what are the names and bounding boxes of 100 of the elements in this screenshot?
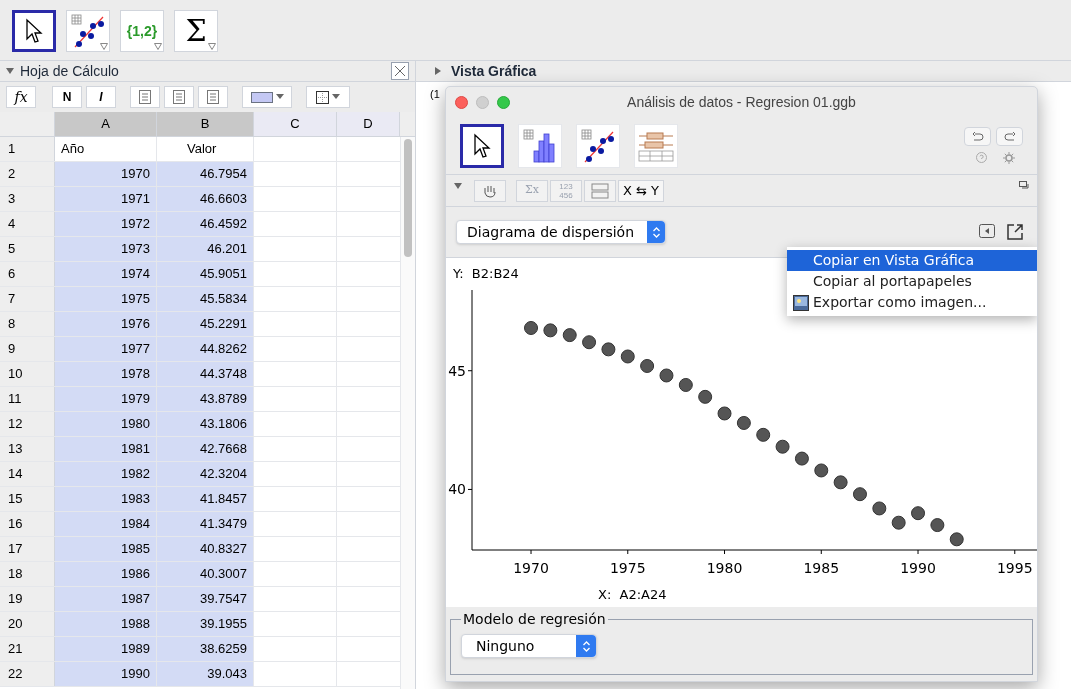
table-cell: 1983 xyxy=(55,487,157,511)
row-header[interactable]: 11 xyxy=(0,387,55,411)
menu-item[interactable]: Copiar al portapapeles xyxy=(787,271,1037,292)
border-button[interactable] xyxy=(306,86,350,108)
tool-button[interactable]: Σ xyxy=(174,10,218,52)
align-button[interactable] xyxy=(130,86,160,108)
row-header[interactable]: 22 xyxy=(0,662,55,686)
collapse-triangle-icon[interactable] xyxy=(6,67,14,75)
scatter-line-icon xyxy=(71,14,105,48)
row-header[interactable]: 14 xyxy=(0,462,55,486)
swap-xy-button[interactable]: X ⇆ Y xyxy=(618,179,664,202)
x-tick-label: 1980 xyxy=(706,560,743,576)
tool-label: Σ xyxy=(185,16,207,46)
row-header[interactable]: 8 xyxy=(0,312,55,336)
expand-triangle-icon[interactable] xyxy=(434,67,442,75)
x-tick-label: 1985 xyxy=(803,560,840,576)
row-header[interactable]: 2 xyxy=(0,162,55,186)
table-cell: 45.9051 xyxy=(157,262,254,286)
table-cell: 1979 xyxy=(55,387,157,411)
close-window-button[interactable] xyxy=(455,95,468,109)
x-source-label: X: A2:A24 xyxy=(598,586,667,604)
collapse-triangle-icon[interactable] xyxy=(454,181,462,190)
table-cell: 1980 xyxy=(55,412,157,436)
table-cell: 45.2291 xyxy=(157,312,254,336)
x-tick-label: 1975 xyxy=(609,560,646,576)
row-header[interactable]: 18 xyxy=(0,562,55,586)
table-cell: 46.4592 xyxy=(157,212,254,236)
regression-model-dropdown[interactable]: Ninguno xyxy=(461,634,597,658)
column-header[interactable]: C xyxy=(254,112,337,136)
tool-button[interactable]: {1,2} xyxy=(120,10,164,52)
scrollbar-thumb[interactable] xyxy=(404,139,412,257)
table-cell: 44.3748 xyxy=(157,362,254,386)
bold-button[interactable]: N xyxy=(52,86,82,108)
column-header[interactable]: D xyxy=(337,112,400,136)
data-point xyxy=(562,328,577,343)
data-point xyxy=(543,323,558,338)
dropdown-arrow-icon xyxy=(275,94,284,100)
table-cell: 1971 xyxy=(55,187,157,211)
table-cell: 1972 xyxy=(55,212,157,236)
data-point xyxy=(524,321,538,335)
data-point xyxy=(891,515,906,530)
row-header[interactable]: 19 xyxy=(0,587,55,611)
redo-button[interactable] xyxy=(996,127,1023,146)
align-button[interactable] xyxy=(198,86,228,108)
data-point xyxy=(814,463,829,478)
fill-color-button[interactable] xyxy=(242,86,292,108)
zoom-window-button[interactable] xyxy=(497,95,510,109)
row-header[interactable]: 4 xyxy=(0,212,55,236)
table-cell: 1987 xyxy=(55,587,157,611)
row-header[interactable]: 16 xyxy=(0,512,55,536)
table-cell: 1974 xyxy=(55,262,157,286)
column-header[interactable]: B xyxy=(157,112,254,136)
hand-icon xyxy=(482,183,498,198)
plot-type-dropdown[interactable]: Diagrama de dispersión xyxy=(456,220,666,244)
row-header[interactable]: 10 xyxy=(0,362,55,386)
table-cell: 1977 xyxy=(55,337,157,361)
undo-button[interactable] xyxy=(964,127,991,146)
row-header[interactable]: 20 xyxy=(0,612,55,636)
row-header[interactable]: 15 xyxy=(0,487,55,511)
move-button[interactable] xyxy=(474,179,506,202)
row-header[interactable]: 3 xyxy=(0,187,55,211)
row-header[interactable]: 12 xyxy=(0,412,55,436)
row-header[interactable]: 17 xyxy=(0,537,55,561)
row-header[interactable]: 6 xyxy=(0,262,55,286)
data-point xyxy=(736,415,751,430)
row-header[interactable]: 7 xyxy=(0,287,55,311)
align-icon xyxy=(207,90,219,104)
panel-toggle-icon[interactable] xyxy=(979,224,995,238)
table-cell: 46.7954 xyxy=(157,162,254,186)
scrollbar-track[interactable] xyxy=(400,137,415,689)
row-header[interactable]: 9 xyxy=(0,337,55,361)
menu-item[interactable]: Exportar como imagen... xyxy=(787,292,1037,313)
align-button[interactable] xyxy=(164,86,194,108)
tool-label: {1,2} xyxy=(126,21,158,41)
settings-icon[interactable] xyxy=(1003,152,1015,164)
pointer-icon xyxy=(471,132,493,159)
close-button[interactable] xyxy=(391,62,409,80)
tool-button[interactable] xyxy=(12,10,56,52)
row-header[interactable]: 1 xyxy=(0,137,55,161)
row-header[interactable]: 21 xyxy=(0,637,55,661)
stepper-arrows-icon xyxy=(651,225,661,239)
menu-item[interactable]: Copiar en Vista Gráfica xyxy=(787,250,1037,271)
align-icon xyxy=(173,90,185,104)
table-cell: 1986 xyxy=(55,562,157,586)
table-cell: 1973 xyxy=(55,237,157,261)
italic-button[interactable]: I xyxy=(86,86,116,108)
panel-title: Hoja de Cálculo xyxy=(20,61,119,81)
formula-button[interactable]: fx xyxy=(6,86,36,108)
column-header[interactable]: A xyxy=(55,112,157,136)
window-icon[interactable] xyxy=(1019,181,1029,189)
stepper-arrows-icon xyxy=(581,639,591,653)
table-cell: 1984 xyxy=(55,512,157,536)
tool-button[interactable] xyxy=(460,123,504,168)
row-header[interactable]: 5 xyxy=(0,237,55,261)
table-cell: 1988 xyxy=(55,612,157,636)
dropdown-arrow-icon xyxy=(332,94,340,100)
pointer-icon xyxy=(23,18,45,44)
table-cell: 44.8262 xyxy=(157,337,254,361)
export-icon[interactable] xyxy=(1007,224,1023,240)
row-header[interactable]: 13 xyxy=(0,437,55,461)
